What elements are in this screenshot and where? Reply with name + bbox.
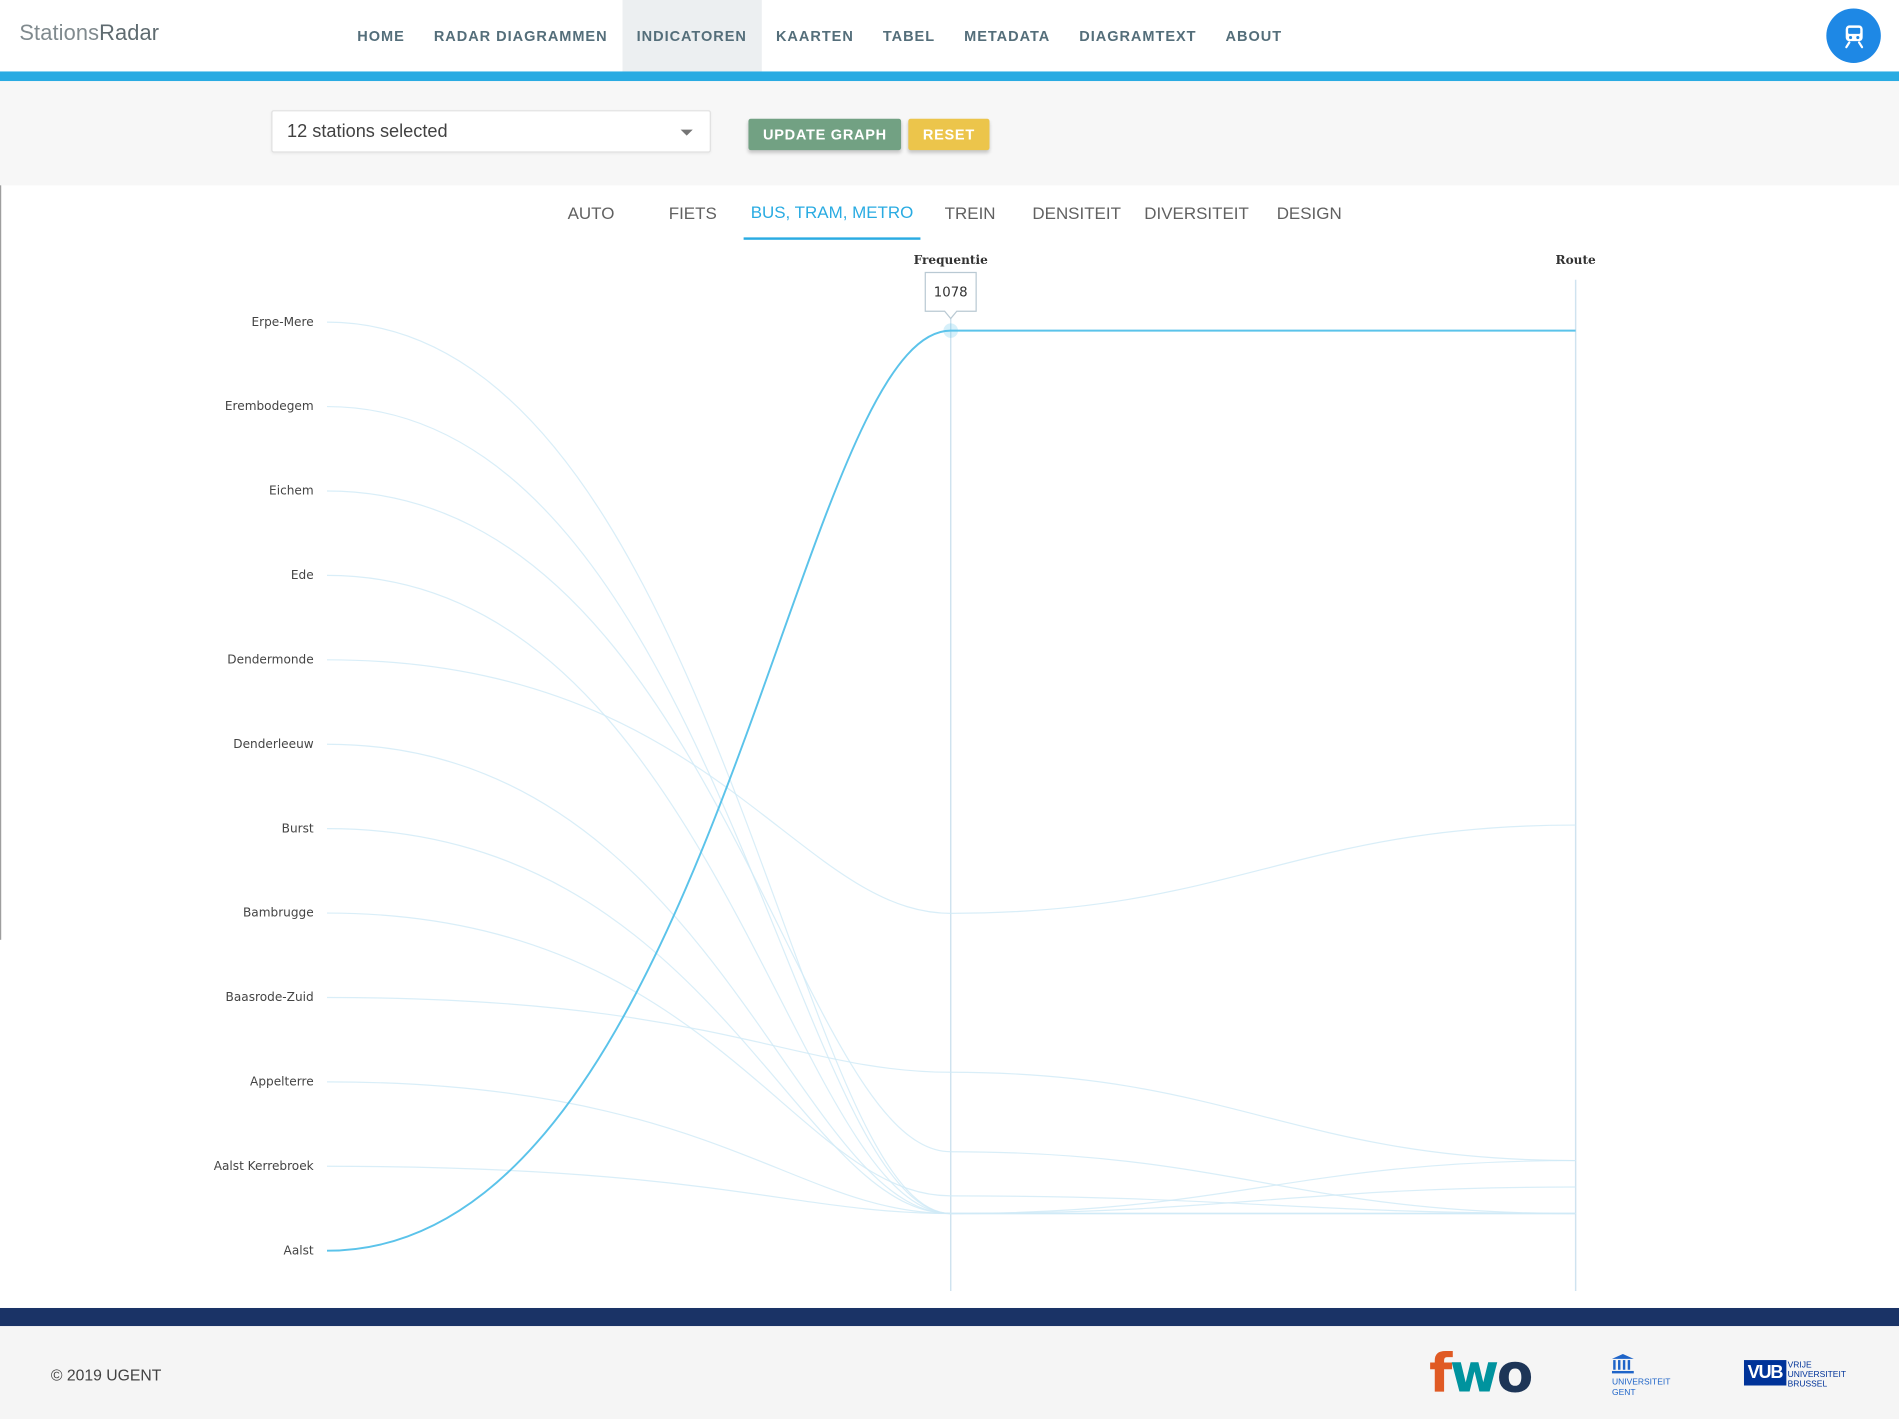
- chevron-down-icon: [680, 129, 693, 136]
- ugent-label-line2: GENT: [1611, 1389, 1636, 1398]
- top-navbar: StationsRadar HOME RADAR DIAGRAMMEN INDI…: [0, 0, 1899, 72]
- vub-box: VUB: [1743, 1360, 1786, 1386]
- tab-design[interactable]: DESIGN: [1273, 185, 1346, 239]
- station-label-erpe-mere: Erpe-Mere: [251, 315, 313, 329]
- tab-diversiteit[interactable]: DIVERSITEIT: [1143, 185, 1250, 239]
- brand-part-1: Stations: [19, 20, 100, 45]
- fwo-logo[interactable]: fwo: [1429, 1347, 1533, 1401]
- nav-about[interactable]: ABOUT: [1211, 0, 1297, 71]
- indicator-tabs: AUTO FIETS BUS, TRAM, METRO TREIN DENSIT…: [0, 185, 1899, 241]
- vub-label-line2: UNIVERSITEIT: [1787, 1370, 1847, 1380]
- footer: © 2019 UGENT fwo UNIVERSITEIT GENT VUB V…: [0, 1326, 1899, 1419]
- tab-fiets[interactable]: FIETS: [656, 185, 729, 239]
- app-root: StationsRadar HOME RADAR DIAGRAMMEN INDI…: [0, 0, 1899, 1419]
- station-label-eichem: Eichem: [269, 484, 314, 498]
- vub-label-line3: BRUSSEL: [1787, 1380, 1828, 1390]
- station-label-dendermonde: Dendermonde: [227, 652, 313, 666]
- train-avatar-button[interactable]: [1826, 8, 1881, 63]
- nav-kaarten[interactable]: KAARTEN: [761, 0, 868, 71]
- vub-logo[interactable]: VUB VRIJE UNIVERSITEIT BRUSSEL: [1743, 1358, 1853, 1394]
- highlight-point: [943, 323, 958, 338]
- nav-indicatoren[interactable]: INDICATOREN: [622, 0, 762, 72]
- brand-part-2: Radar: [99, 20, 160, 45]
- station-label-denderleeuw: Denderleeuw: [233, 737, 314, 751]
- axis-title-route: Route: [1556, 253, 1597, 267]
- nav-diagramtext[interactable]: DIAGRAMTEXT: [1065, 0, 1211, 71]
- tooltip-value: 1078: [934, 286, 968, 301]
- nav-radar-diagrammen[interactable]: RADAR DIAGRAMMEN: [419, 0, 622, 71]
- fwo-letter-w: w: [1449, 1343, 1499, 1405]
- station-label-bambrugge: Bambrugge: [243, 906, 314, 920]
- station-label-aalst: Aalst: [284, 1243, 314, 1257]
- station-select[interactable]: 12 stations selected: [271, 110, 711, 153]
- tab-bus-tram-metro[interactable]: BUS, TRAM, METRO: [743, 185, 921, 240]
- accent-bar: [0, 71, 1899, 82]
- copyright-text: © 2019 UGENT: [50, 1366, 162, 1385]
- axis-title-frequentie: Frequentie: [914, 253, 988, 267]
- parallel-coordinates-chart: Frequentie Route Erpe-Mere Erembodegem Eiche…: [214, 253, 1597, 1292]
- fwo-letter-o: o: [1496, 1343, 1534, 1405]
- vub-label: VRIJE UNIVERSITEIT BRUSSEL: [1788, 1361, 1846, 1390]
- ugent-logo[interactable]: UNIVERSITEIT GENT: [1608, 1353, 1681, 1404]
- footer-bar: [0, 1307, 1899, 1327]
- brand-logo[interactable]: StationsRadar: [19, 21, 159, 46]
- station-label-ede: Ede: [291, 568, 314, 582]
- vub-label-line1: VRIJE: [1787, 1361, 1812, 1370]
- main-nav: HOME RADAR DIAGRAMMEN INDICATOREN KAARTE…: [343, 0, 1297, 72]
- controls-panel: 12 stations selected UPDATE GRAPH RESET: [0, 81, 1899, 186]
- ugent-building-icon: [1611, 1354, 1634, 1374]
- nav-tabel[interactable]: TABEL: [868, 0, 949, 71]
- train-icon: [1844, 24, 1863, 48]
- nav-metadata[interactable]: METADATA: [950, 0, 1065, 71]
- station-label-aalst-kerrebroek: Aalst Kerrebroek: [214, 1159, 314, 1173]
- station-label-burst: Burst: [282, 821, 314, 835]
- station-label-baasrode-zuid: Baasrode-Zuid: [226, 990, 314, 1004]
- station-label-appelterre: Appelterre: [250, 1075, 314, 1089]
- ugent-label: UNIVERSITEIT GENT: [1612, 1377, 1670, 1399]
- update-graph-button[interactable]: UPDATE GRAPH: [748, 118, 902, 151]
- station-select-value: 12 stations selected: [287, 121, 448, 142]
- fwo-letter-f: f: [1429, 1343, 1452, 1405]
- nav-home[interactable]: HOME: [343, 0, 420, 71]
- reset-button[interactable]: RESET: [908, 118, 990, 151]
- tab-densiteit[interactable]: DENSITEIT: [1028, 185, 1125, 239]
- station-label-erembodegem: Erembodegem: [225, 399, 314, 413]
- tab-auto[interactable]: AUTO: [555, 185, 628, 239]
- ugent-label-line1: UNIVERSITEIT: [1611, 1378, 1671, 1387]
- tab-trein[interactable]: TREIN: [934, 185, 1007, 239]
